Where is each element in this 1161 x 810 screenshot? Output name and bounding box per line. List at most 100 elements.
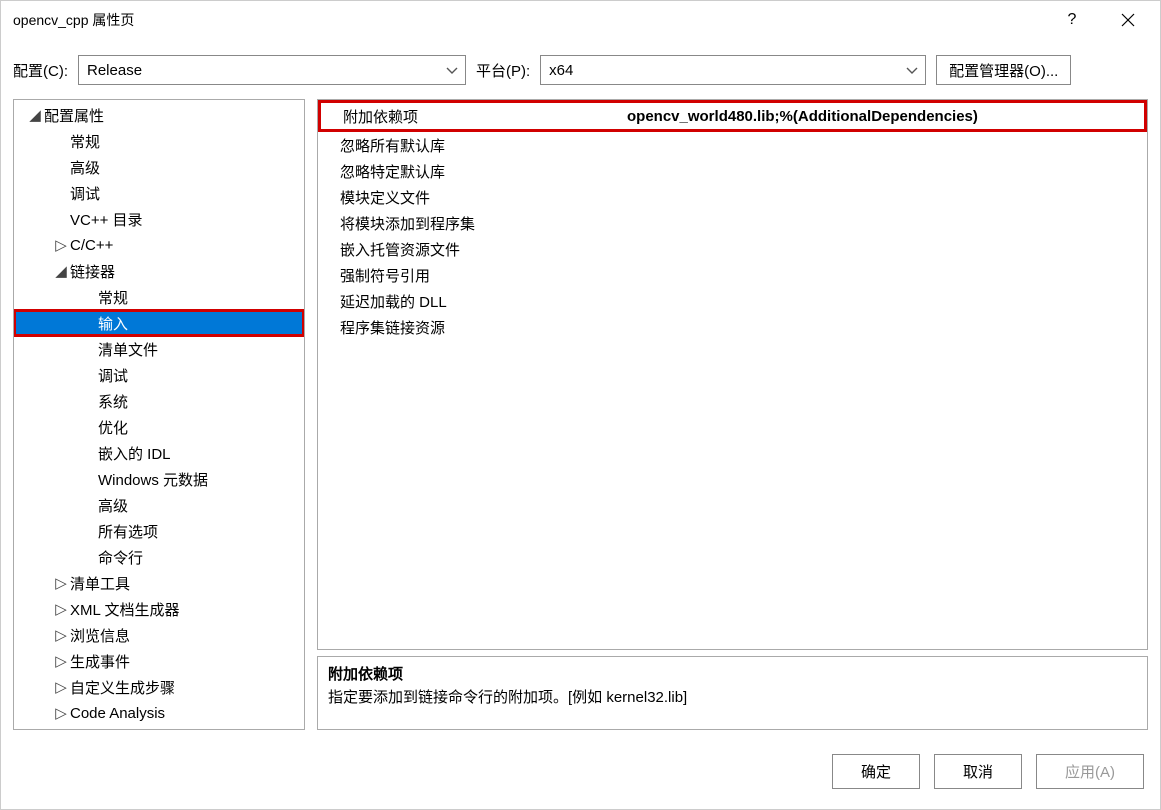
tree-label: 常规 [70, 131, 100, 152]
tree-item-custom-build-step[interactable]: ▷自定义生成步骤 [14, 674, 304, 700]
tree-label: 命令行 [98, 547, 143, 568]
prop-name: 强制符号引用 [318, 265, 618, 286]
tree-item-linker-debug[interactable]: ▷调试 [14, 362, 304, 388]
tree-label: C/C++ [70, 237, 113, 254]
close-button[interactable] [1104, 5, 1152, 35]
tree-label: 链接器 [70, 261, 115, 282]
right-panel: 附加依赖项 opencv_world480.lib;%(AdditionalDe… [317, 99, 1148, 730]
tree-root-config-properties[interactable]: ◢ 配置属性 [14, 102, 304, 128]
ok-button[interactable]: 确定 [832, 754, 920, 789]
prop-row-delay-loaded-dll[interactable]: 延迟加载的 DLL [318, 288, 1147, 314]
tree-label: 系统 [98, 391, 128, 412]
tree-item-ccpp[interactable]: ▷C/C++ [14, 232, 304, 258]
tree-label: VC++ 目录 [70, 209, 143, 230]
tree-label: 嵌入的 IDL [98, 443, 171, 464]
cancel-button[interactable]: 取消 [934, 754, 1022, 789]
prop-row-module-definition-file[interactable]: 模块定义文件 [318, 184, 1147, 210]
config-label: 配置(C): [13, 60, 68, 81]
tree-item-code-analysis[interactable]: ▷Code Analysis [14, 700, 304, 726]
tree-item-linker-cmdline[interactable]: ▷命令行 [14, 544, 304, 570]
arrow-expanded-icon: ◢ [54, 262, 68, 280]
tree-item-linker-all-options[interactable]: ▷所有选项 [14, 518, 304, 544]
tree-label: 调试 [98, 365, 128, 386]
window-title: opencv_cpp 属性页 [13, 10, 134, 30]
config-tree[interactable]: ◢ 配置属性 ▷常规 ▷高级 ▷调试 ▷VC++ 目录 ▷C/C++ ◢链接器 … [13, 99, 305, 730]
description-title: 附加依赖项 [328, 663, 1137, 684]
tree-item-browse-info[interactable]: ▷浏览信息 [14, 622, 304, 648]
tree-label: 优化 [98, 417, 128, 438]
tree-item-general[interactable]: ▷常规 [14, 128, 304, 154]
help-button[interactable]: ? [1048, 5, 1096, 35]
tree-label: Windows 元数据 [98, 469, 208, 490]
tree-item-vcpp-directories[interactable]: ▷VC++ 目录 [14, 206, 304, 232]
prop-name: 附加依赖项 [321, 106, 621, 127]
apply-button[interactable]: 应用(A) [1036, 754, 1144, 789]
platform-select-value: x64 [549, 62, 573, 79]
prop-row-additional-dependencies[interactable]: 附加依赖项 opencv_world480.lib;%(AdditionalDe… [321, 103, 1144, 129]
prop-name: 程序集链接资源 [318, 317, 618, 338]
prop-row-assembly-link-resource[interactable]: 程序集链接资源 [318, 314, 1147, 340]
arrow-collapsed-icon: ▷ [54, 704, 68, 722]
tree-label: 配置属性 [44, 105, 104, 126]
tree-label: 生成事件 [70, 651, 130, 672]
titlebar-controls: ? [1048, 5, 1152, 35]
tree-item-linker-manifest-file[interactable]: ▷清单文件 [14, 336, 304, 362]
tree-label: 高级 [98, 495, 128, 516]
tree-item-debug[interactable]: ▷调试 [14, 180, 304, 206]
tree-label: 清单文件 [98, 339, 158, 360]
tree-item-linker-windows-metadata[interactable]: ▷Windows 元数据 [14, 466, 304, 492]
help-icon: ? [1068, 11, 1077, 29]
prop-name: 将模块添加到程序集 [318, 213, 618, 234]
tree-item-linker-embedded-idl[interactable]: ▷嵌入的 IDL [14, 440, 304, 466]
config-manager-button[interactable]: 配置管理器(O)... [936, 55, 1071, 85]
tree-item-advanced[interactable]: ▷高级 [14, 154, 304, 180]
prop-name: 忽略所有默认库 [318, 135, 618, 156]
prop-row-embed-managed-resource[interactable]: 嵌入托管资源文件 [318, 236, 1147, 262]
property-page-dialog: opencv_cpp 属性页 ? 配置(C): Release 平台(P): x… [0, 0, 1161, 810]
arrow-collapsed-icon: ▷ [54, 678, 68, 696]
arrow-collapsed-icon: ▷ [54, 600, 68, 618]
tree-label: 高级 [70, 157, 100, 178]
prop-name: 模块定义文件 [318, 187, 618, 208]
tree-item-linker-advanced[interactable]: ▷高级 [14, 492, 304, 518]
prop-row-force-symbol-reference[interactable]: 强制符号引用 [318, 262, 1147, 288]
config-select-value: Release [87, 62, 142, 79]
platform-select[interactable]: x64 [540, 55, 926, 85]
prop-row-ignore-specific-default-libs[interactable]: 忽略特定默认库 [318, 158, 1147, 184]
prop-name: 延迟加载的 DLL [318, 291, 618, 312]
prop-row-add-module-to-assembly[interactable]: 将模块添加到程序集 [318, 210, 1147, 236]
tree-item-manifest-tool[interactable]: ▷清单工具 [14, 570, 304, 596]
prop-name: 嵌入托管资源文件 [318, 239, 618, 260]
platform-label: 平台(P): [476, 60, 530, 81]
highlight-annotation: 附加依赖项 opencv_world480.lib;%(AdditionalDe… [318, 100, 1147, 132]
tree-item-xml-doc-generator[interactable]: ▷XML 文档生成器 [14, 596, 304, 622]
tree-item-linker[interactable]: ◢链接器 [14, 258, 304, 284]
tree-label: 输入 [98, 313, 128, 334]
arrow-collapsed-icon: ▷ [54, 626, 68, 644]
property-grid[interactable]: 附加依赖项 opencv_world480.lib;%(AdditionalDe… [317, 99, 1148, 650]
tree-item-linker-general[interactable]: ▷常规 [14, 284, 304, 310]
arrow-expanded-icon: ◢ [28, 106, 42, 124]
tree-label: 清单工具 [70, 573, 130, 594]
titlebar: opencv_cpp 属性页 ? [1, 1, 1160, 39]
main-area: ◢ 配置属性 ▷常规 ▷高级 ▷调试 ▷VC++ 目录 ▷C/C++ ◢链接器 … [1, 95, 1160, 742]
tree-item-linker-input[interactable]: ▷输入 [14, 310, 304, 336]
tree-label: 所有选项 [98, 521, 158, 542]
tree-item-build-events[interactable]: ▷生成事件 [14, 648, 304, 674]
arrow-collapsed-icon: ▷ [54, 574, 68, 592]
prop-name: 忽略特定默认库 [318, 161, 618, 182]
tree-item-linker-system[interactable]: ▷系统 [14, 388, 304, 414]
description-panel: 附加依赖项 指定要添加到链接命令行的附加项。[例如 kernel32.lib] [317, 656, 1148, 730]
config-row: 配置(C): Release 平台(P): x64 配置管理器(O)... [1, 39, 1160, 95]
description-text: 指定要添加到链接命令行的附加项。[例如 kernel32.lib] [328, 686, 1137, 707]
tree-label: XML 文档生成器 [70, 599, 179, 620]
tree-item-linker-optimize[interactable]: ▷优化 [14, 414, 304, 440]
tree-label: Code Analysis [70, 705, 165, 722]
tree-label: 调试 [70, 183, 100, 204]
dialog-button-row: 确定 取消 应用(A) [1, 742, 1160, 809]
config-select[interactable]: Release [78, 55, 466, 85]
arrow-collapsed-icon: ▷ [54, 652, 68, 670]
prop-row-ignore-all-default-libs[interactable]: 忽略所有默认库 [318, 132, 1147, 158]
prop-value[interactable]: opencv_world480.lib;%(AdditionalDependen… [621, 108, 1144, 125]
arrow-collapsed-icon: ▷ [54, 236, 68, 254]
